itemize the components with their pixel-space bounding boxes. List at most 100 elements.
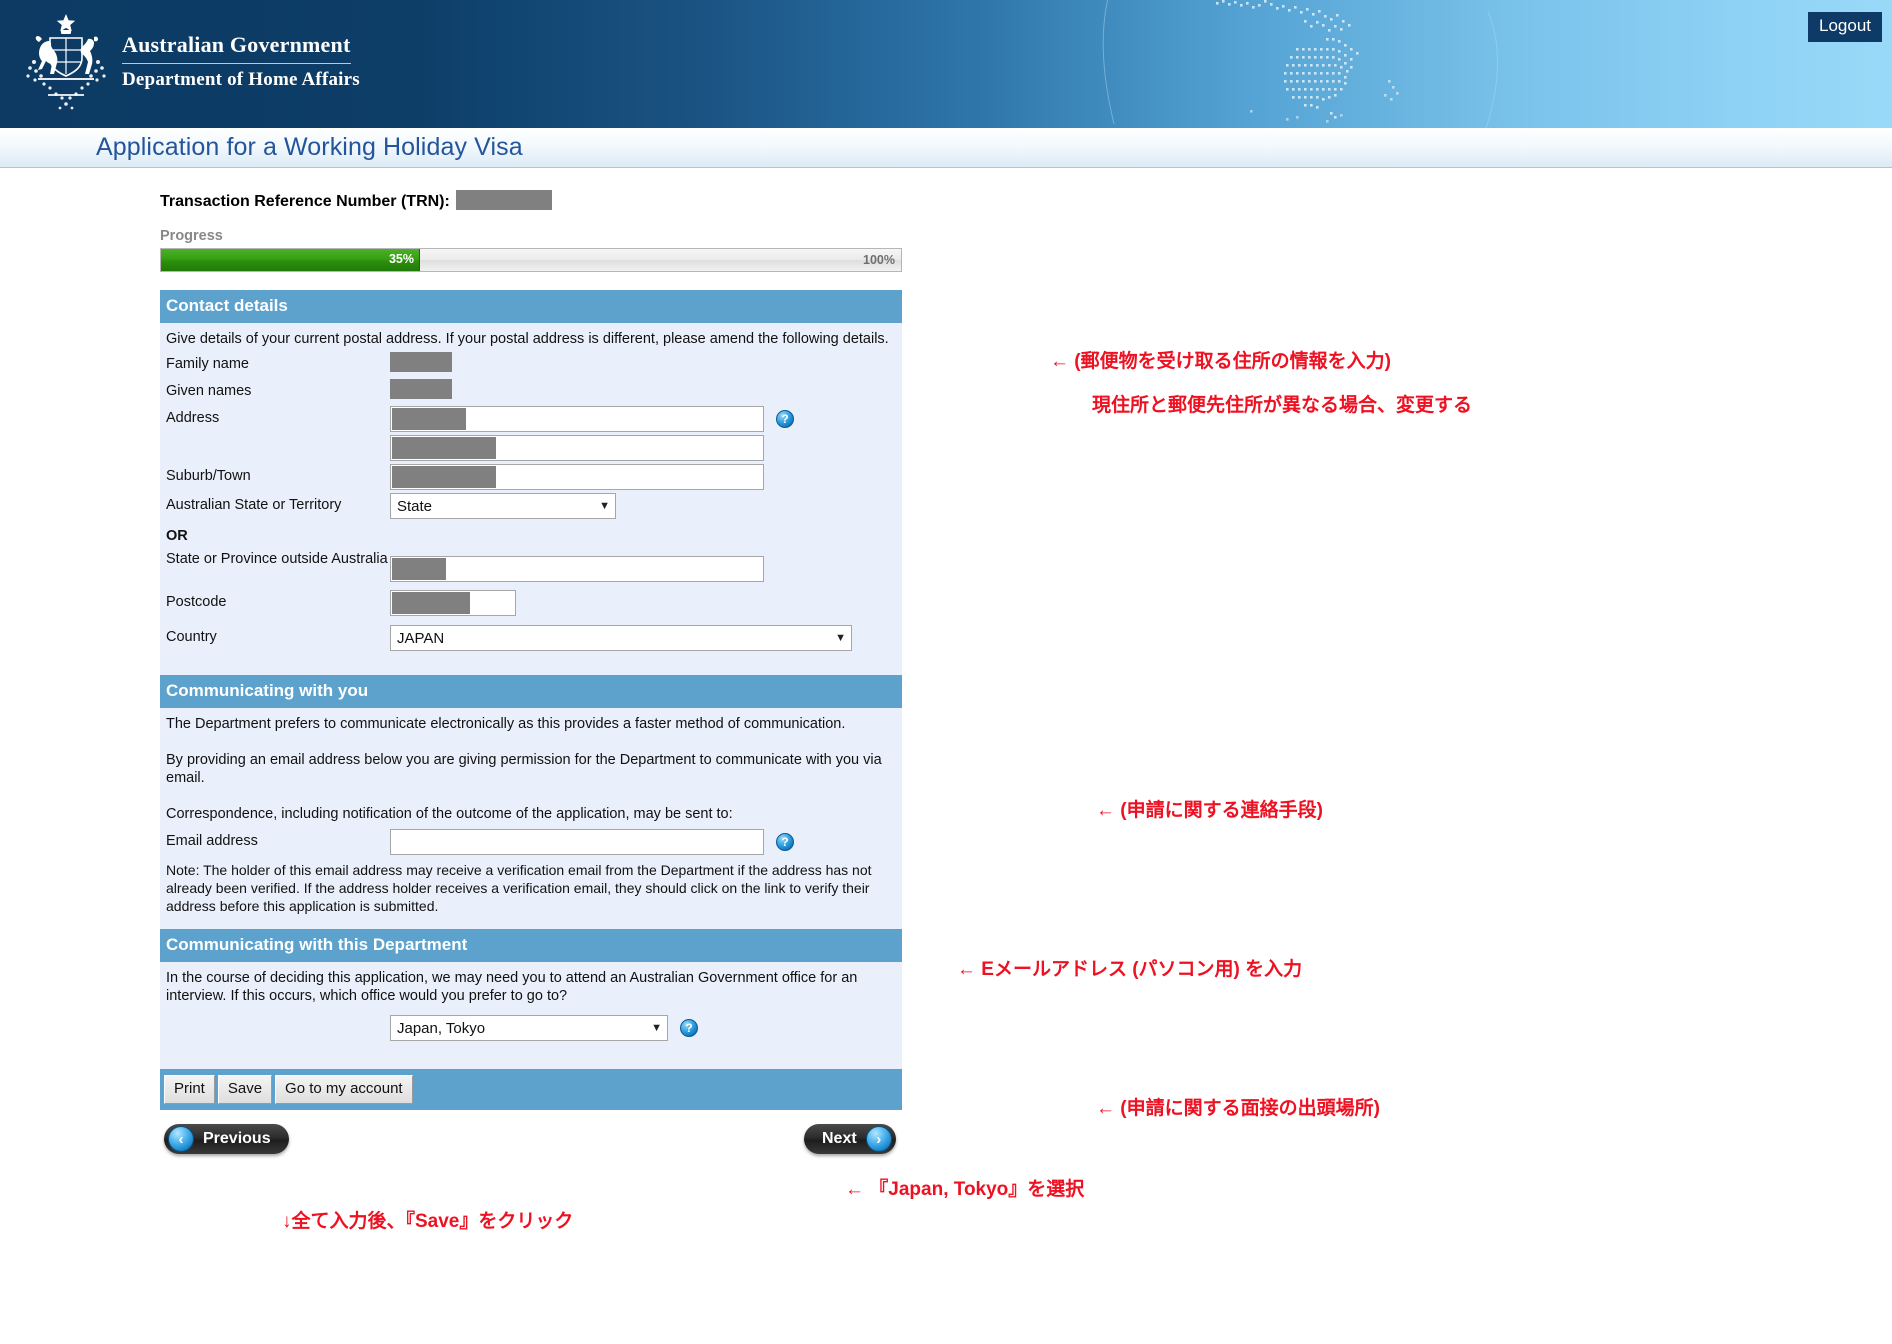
- email-help-icon[interactable]: ?: [776, 833, 794, 851]
- contact-details-body: Give details of your current postal addr…: [160, 323, 902, 675]
- dotted-australia-map-icon: [1102, 0, 1498, 128]
- progress-bar: 35% 100%: [160, 248, 902, 272]
- previous-button[interactable]: ‹ Previous: [164, 1124, 289, 1154]
- main-content: Transaction Reference Number (TRN): Prog…: [0, 168, 1892, 1170]
- communicating-with-department-header: Communicating with this Department: [160, 929, 902, 962]
- print-button[interactable]: Print: [164, 1075, 215, 1104]
- address-line1-redacted-value: [392, 408, 466, 430]
- suburb-input[interactable]: [390, 464, 764, 490]
- family-name-redacted-value: [390, 352, 452, 372]
- email-note: Note: The holder of this email address m…: [166, 862, 872, 914]
- page-title-bar: Application for a Working Holiday Visa: [0, 128, 1892, 168]
- country-select-value: JAPAN: [397, 629, 445, 647]
- given-names-field: [390, 379, 452, 399]
- address-line2-redacted-value: [392, 437, 496, 459]
- address-line2-input[interactable]: [390, 435, 764, 461]
- postcode-input[interactable]: [390, 590, 516, 616]
- email-row: Email address ?: [166, 829, 894, 855]
- address-line1-field: ?: [390, 406, 794, 432]
- chevron-right-icon: ›: [865, 1126, 892, 1152]
- postcode-label: Postcode: [166, 594, 227, 610]
- gov-line-1: Australian Government: [122, 32, 351, 57]
- address-line2-field: [390, 435, 764, 461]
- address-line2-spacer: [166, 435, 390, 438]
- next-button[interactable]: Next ›: [804, 1124, 896, 1154]
- trn-row: Transaction Reference Number (TRN):: [160, 190, 1892, 212]
- given-names-row: Given names: [166, 379, 894, 403]
- comm-you-para-3: Correspondence, including notification o…: [166, 806, 733, 822]
- annotation-email-input: ← Eメールアドレス (パソコン用) を入力: [957, 959, 1303, 980]
- chevron-down-icon: ▼: [835, 632, 846, 644]
- communicating-with-you-header: Communicating with you: [160, 675, 902, 708]
- state-row: Australian State or Territory State ▼: [166, 493, 894, 519]
- trn-label: Transaction Reference Number (TRN):: [160, 193, 450, 210]
- email-input[interactable]: [390, 829, 764, 855]
- office-help-icon[interactable]: ?: [680, 1019, 698, 1037]
- suburb-redacted-value: [392, 466, 496, 488]
- annotation-select-tokyo: ← 『Japan, Tokyo』を選択: [845, 1179, 1085, 1200]
- australian-coat-of-arms-icon: [26, 14, 106, 110]
- annotation-communication-method: ← (申請に関する連絡手段): [1096, 800, 1323, 821]
- chevron-down-icon: ▼: [651, 1022, 662, 1034]
- address-help-icon[interactable]: ?: [776, 410, 794, 428]
- country-select[interactable]: JAPAN ▼: [390, 625, 852, 651]
- postcode-field: [390, 590, 516, 616]
- suburb-field: [390, 464, 764, 490]
- progress-max: 100%: [863, 253, 895, 267]
- progress-fill: 35%: [161, 249, 420, 271]
- form-button-bar: Print Save Go to my account: [160, 1069, 902, 1110]
- chevron-left-icon: ‹: [168, 1126, 194, 1152]
- state-label: Australian State or Territory: [166, 497, 342, 513]
- email-label: Email address: [166, 833, 258, 849]
- communicating-with-department-body: In the course of deciding this applicati…: [160, 962, 902, 1069]
- communicating-with-department-panel: Communicating with this Department In th…: [160, 929, 902, 1069]
- province-redacted-value: [392, 558, 446, 580]
- site-banner: Australian Government Department of Home…: [0, 0, 1892, 128]
- communicating-with-you-body: The Department prefers to communicate el…: [160, 708, 902, 929]
- comm-you-bottom-spacer: [166, 915, 894, 921]
- or-separator: OR: [166, 528, 188, 544]
- province-row: State or Province outside Australia: [166, 547, 894, 582]
- address-line1-input[interactable]: [390, 406, 764, 432]
- province-input[interactable]: [390, 556, 764, 582]
- progress-percent: 35%: [388, 252, 414, 266]
- country-label: Country: [166, 629, 217, 645]
- postcode-row: Postcode: [166, 590, 894, 616]
- chevron-down-icon: ▼: [599, 500, 610, 512]
- given-names-label: Given names: [166, 383, 252, 399]
- gov-line-2: Department of Home Affairs: [122, 69, 360, 90]
- country-field: JAPAN ▼: [390, 625, 852, 651]
- annotation-postal-address: ← (郵便物を受け取る住所の情報を入力): [1050, 351, 1391, 372]
- state-select[interactable]: State ▼: [390, 493, 616, 519]
- annotation-amend-address: 現住所と郵便先住所が異なる場合、変更する: [1092, 395, 1473, 416]
- province-field: [390, 547, 764, 582]
- save-button[interactable]: Save: [217, 1075, 273, 1104]
- annotation-click-save: ↓全て入力後、『Save』をクリック: [282, 1211, 574, 1232]
- email-field: ?: [390, 829, 794, 855]
- state-select-value: State: [397, 497, 433, 515]
- previous-button-label: Previous: [203, 1130, 271, 1147]
- state-field: State ▼: [390, 493, 616, 519]
- office-select[interactable]: Japan, Tokyo ▼: [390, 1015, 668, 1041]
- contact-bottom-spacer: [166, 651, 894, 667]
- family-name-field: [390, 352, 452, 372]
- page-title: Application for a Working Holiday Visa: [96, 133, 523, 161]
- given-names-redacted-value: [390, 379, 452, 399]
- comm-you-para-2: By providing an email address below you …: [166, 752, 882, 786]
- address-label: Address: [166, 410, 220, 426]
- province-label: State or Province outside Australia: [166, 551, 388, 567]
- address-line1-row: Address ?: [166, 406, 894, 432]
- communicating-with-you-panel: Communicating with you The Department pr…: [160, 675, 902, 929]
- government-wordmark: Australian Government Department of Home…: [122, 32, 360, 92]
- suburb-row: Suburb/Town: [166, 464, 894, 490]
- comm-dept-para-1: In the course of deciding this applicati…: [166, 970, 858, 1004]
- go-to-my-account-button[interactable]: Go to my account: [275, 1075, 413, 1104]
- postcode-redacted-value: [392, 592, 470, 614]
- family-name-row: Family name: [166, 352, 894, 376]
- navigation-row: ‹ Previous Next ›: [160, 1118, 902, 1170]
- office-select-value: Japan, Tokyo: [397, 1019, 486, 1037]
- next-button-label: Next: [822, 1130, 857, 1147]
- logout-button[interactable]: Logout: [1808, 12, 1882, 42]
- annotation-interview-office: ← (申請に関する面接の出頭場所): [1096, 1098, 1380, 1119]
- address-line2-row: [166, 435, 894, 461]
